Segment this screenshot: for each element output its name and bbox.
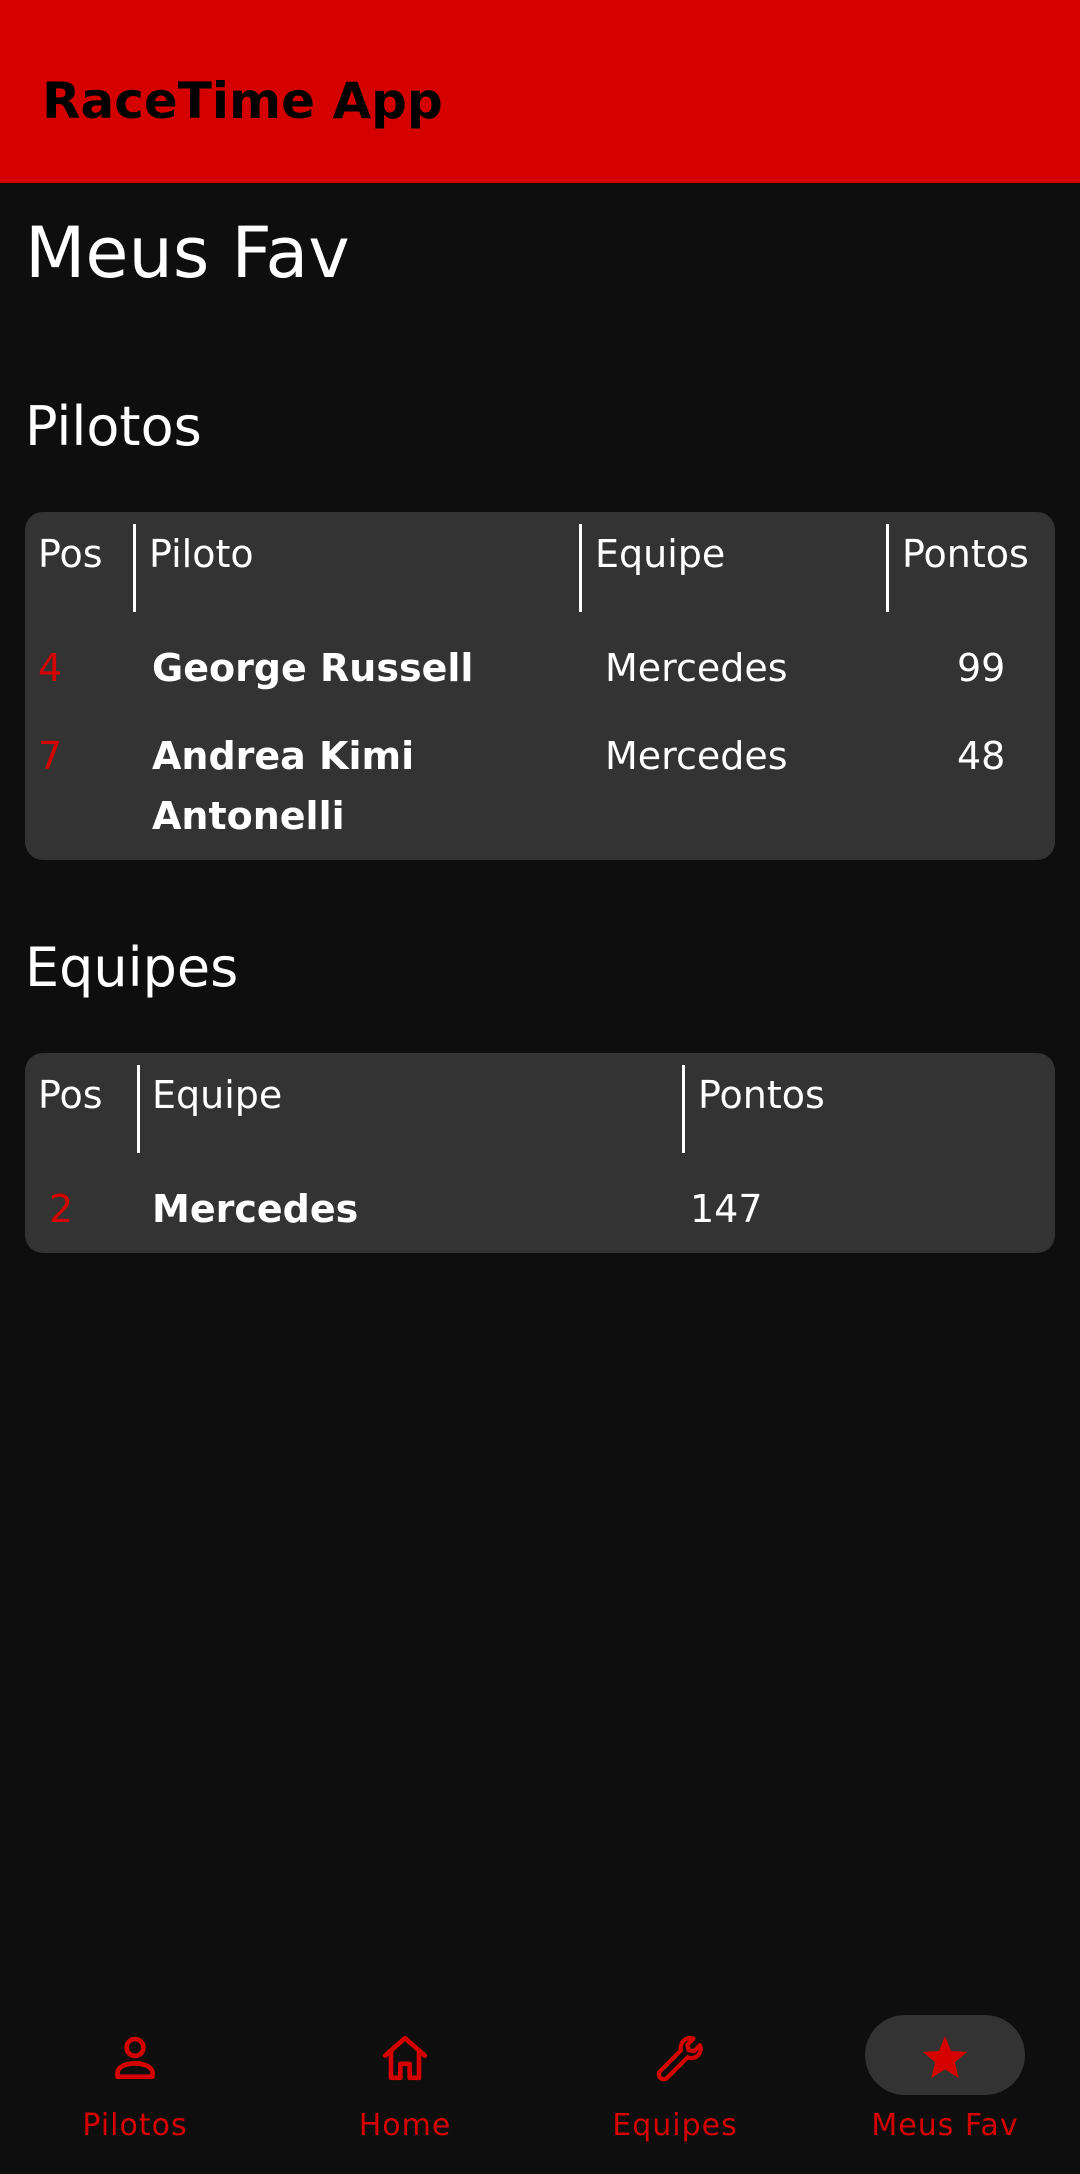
- nav-label: Pilotos: [82, 2108, 188, 2143]
- equipes-section-title: Equipes: [25, 936, 239, 999]
- equipes-header-equipe: Equipe: [152, 1073, 283, 1117]
- equipes-table: Pos Equipe Pontos 2 Mercedes 147: [25, 1053, 1055, 1253]
- column-divider[interactable]: [886, 524, 889, 612]
- nav-item-meus-fav[interactable]: Meus Fav: [810, 1980, 1080, 2174]
- pilotos-section-title: Pilotos: [25, 395, 202, 458]
- row-equipe-name: Mercedes: [152, 1187, 359, 1231]
- page-title: Meus Fav: [25, 212, 350, 294]
- home-icon: [382, 2035, 428, 2081]
- column-divider[interactable]: [579, 524, 582, 612]
- app-bar: RaceTime App: [0, 0, 1080, 183]
- person-icon: [115, 2036, 155, 2079]
- nav-item-equipes[interactable]: Equipes: [540, 1980, 810, 2174]
- pilotos-header-pontos: Pontos: [902, 532, 1029, 576]
- row-pos: 2: [49, 1187, 74, 1231]
- row-pontos: 99: [957, 646, 1006, 690]
- row-piloto-name: Andrea Kimi: [152, 734, 415, 778]
- column-divider[interactable]: [133, 524, 136, 612]
- pilotos-table: Pos Piloto Equipe Pontos 4 George Russel…: [25, 512, 1055, 860]
- pilotos-header-pos: Pos: [38, 532, 103, 576]
- nav-item-pilotos[interactable]: Pilotos: [0, 1980, 270, 2174]
- row-equipe: Mercedes: [605, 734, 788, 778]
- column-divider[interactable]: [137, 1065, 140, 1153]
- row-piloto-name-cont: Antonelli: [152, 794, 345, 838]
- nav-label: Equipes: [612, 2108, 738, 2143]
- star-icon: [922, 2035, 968, 2079]
- app-title: RaceTime App: [42, 72, 443, 130]
- pilotos-header-piloto: Piloto: [149, 532, 254, 576]
- wrench-icon: [656, 2036, 703, 2082]
- bottom-nav: Pilotos Home Equipes Meus Fav: [0, 1980, 1080, 2174]
- row-pos: 4: [38, 646, 63, 690]
- nav-item-home[interactable]: Home: [270, 1980, 540, 2174]
- equipes-header-pos: Pos: [38, 1073, 103, 1117]
- row-pontos: 48: [957, 734, 1006, 778]
- row-equipe: Mercedes: [605, 646, 788, 690]
- row-piloto-name: George Russell: [152, 646, 474, 690]
- nav-label: Home: [358, 2108, 452, 2143]
- row-pos: 7: [38, 734, 63, 778]
- pilotos-header-equipe: Equipe: [595, 532, 726, 576]
- nav-label: Meus Fav: [871, 2108, 1019, 2143]
- row-pontos: 147: [690, 1187, 763, 1231]
- equipes-header-pontos: Pontos: [698, 1073, 825, 1117]
- column-divider[interactable]: [682, 1065, 685, 1153]
